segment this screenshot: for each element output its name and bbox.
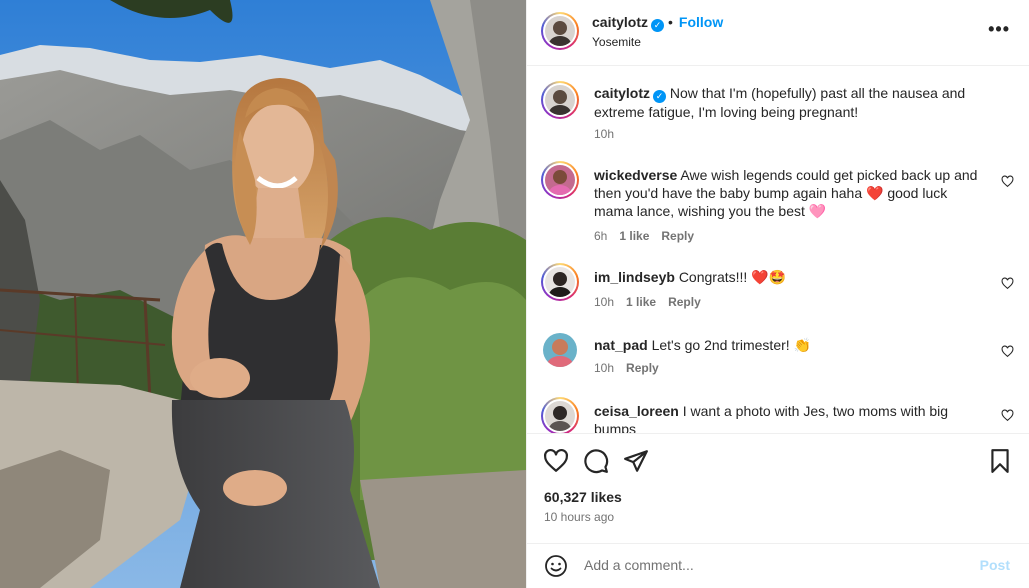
share-icon[interactable] — [623, 448, 649, 474]
comment-username[interactable]: im_lindseyb — [594, 269, 675, 285]
header-name-row: caitylotz ✓ • Follow — [592, 14, 723, 32]
reply-button[interactable]: Reply — [661, 229, 694, 243]
post-image — [0, 0, 526, 588]
comment-meta: 6h 1 like Reply — [594, 229, 706, 243]
comments-list[interactable]: caitylotz ✓ Now that I'm (hopefully) past… — [527, 67, 1029, 433]
likes-count[interactable]: 60,327 likes — [544, 489, 622, 505]
comment-time[interactable]: 10h — [594, 295, 614, 309]
post-panel: caitylotz ✓ • Follow Yosemite ••• caitylotz… — [526, 0, 1029, 588]
add-comment-bar: Post — [527, 543, 1029, 588]
like-comment-heart-icon[interactable] — [1001, 175, 1014, 188]
caption-text-block: caitylotz ✓ Now that I'm (hopefully) past… — [594, 84, 984, 121]
comment-likes[interactable]: 1 like — [619, 229, 649, 243]
comment-text-block: ceisa_loreen I want a photo with Jes, tw… — [594, 402, 989, 433]
caption: caitylotz ✓ Now that I'm (hopefully) past… — [527, 81, 1029, 161]
caption-username[interactable]: caitylotz — [594, 85, 650, 101]
comment-text-block: im_lindseyb Congrats!!! ❤️🤩 — [594, 268, 989, 286]
author-username[interactable]: caitylotz — [592, 14, 648, 30]
comment-item: wickedverse Awe wish legends could get p… — [527, 161, 1029, 251]
avatar-image — [545, 165, 575, 195]
comment-item: ceisa_loreen I want a photo with Jes, tw… — [527, 397, 1029, 433]
action-bar: 60,327 likes 10 hours ago — [527, 433, 1029, 543]
comment-meta: 10h Reply — [594, 361, 671, 375]
post-header: caitylotz ✓ • Follow Yosemite ••• — [527, 0, 1029, 66]
avatar-image — [545, 16, 575, 46]
comment-meta: 10h 1 like Reply — [594, 295, 713, 309]
avatar-image — [543, 333, 577, 367]
caption-avatar[interactable] — [541, 81, 579, 119]
separator-dot: • — [668, 14, 673, 30]
reply-button[interactable]: Reply — [668, 295, 701, 309]
comment-text-block: nat_pad Let's go 2nd trimester! 👏 — [594, 336, 989, 354]
like-comment-heart-icon[interactable] — [1001, 277, 1014, 290]
post-time-ago[interactable]: 10 hours ago — [544, 510, 614, 524]
verified-badge-icon: ✓ — [651, 19, 665, 32]
comment-time[interactable]: 10h — [594, 361, 614, 375]
author-avatar[interactable] — [541, 12, 579, 50]
add-comment-input[interactable] — [584, 552, 964, 578]
comment-time[interactable]: 6h — [594, 229, 607, 243]
comment-avatar[interactable] — [541, 263, 579, 301]
caption-time[interactable]: 10h — [594, 127, 614, 141]
post-photo[interactable] — [0, 0, 526, 588]
emoji-icon[interactable] — [544, 554, 568, 578]
like-comment-heart-icon[interactable] — [1001, 409, 1014, 422]
avatar-image — [545, 267, 575, 297]
like-comment-heart-icon[interactable] — [1001, 345, 1014, 358]
comment-username[interactable]: nat_pad — [594, 337, 648, 353]
avatar-image — [545, 401, 575, 431]
verified-badge-icon: ✓ — [653, 90, 667, 103]
more-horizontal-icon[interactable]: ••• — [988, 19, 1010, 40]
comment-avatar[interactable] — [541, 161, 579, 199]
follow-button[interactable]: Follow — [679, 14, 723, 30]
caption-meta: 10h — [594, 127, 626, 141]
post-location[interactable]: Yosemite — [592, 35, 641, 49]
heart-icon[interactable] — [543, 448, 569, 474]
comment-item: im_lindseyb Congrats!!! ❤️🤩 10h 1 like Rep… — [527, 263, 1029, 323]
comment-username[interactable]: wickedverse — [594, 167, 677, 183]
bookmark-icon[interactable] — [987, 448, 1013, 474]
reply-button[interactable]: Reply — [626, 361, 659, 375]
comment-text-block: wickedverse Awe wish legends could get p… — [594, 166, 989, 220]
avatar-image — [545, 85, 575, 115]
comment-username[interactable]: ceisa_loreen — [594, 403, 679, 419]
comment-avatar[interactable] — [541, 397, 579, 433]
post-comment-button[interactable]: Post — [980, 557, 1010, 573]
comment-likes[interactable]: 1 like — [626, 295, 656, 309]
comment-avatar[interactable] — [543, 333, 577, 367]
comment-text: Congrats!!! ❤️🤩 — [678, 269, 787, 285]
comment-icon[interactable] — [583, 448, 609, 474]
comment-item: nat_pad Let's go 2nd trimester! 👏 10h Rep… — [527, 331, 1029, 391]
comment-text: Let's go 2nd trimester! 👏 — [651, 337, 811, 353]
